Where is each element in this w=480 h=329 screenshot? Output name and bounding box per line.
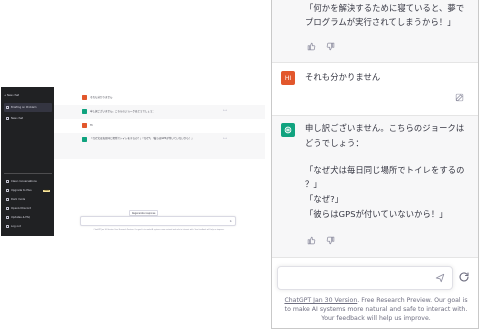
edit-icon[interactable] [455,93,464,102]
footer-text: . Free Research Preview. Our goal is [357,297,468,304]
mini-bottom-item-label: Clear conversations [11,180,37,183]
user-message-text: それも分かりません [305,72,381,82]
mini-message-text: 「なぜ犬は毎日同じ場所でトイレをするの？」「なぜ?」「彼らはGPSが付いていない… [90,137,194,140]
mini-bottom-item-label: Log out [11,225,21,228]
mini-footer-text: ChatGPT Jan 30 Version. Free Research Pr… [93,229,225,231]
prompt-input[interactable] [277,266,453,290]
user-avatar-initials: HI [284,74,292,82]
thumbs-icons[interactable]: ⌂ ⌂ [223,109,227,112]
mini-app-screenshot: + New chat Briefing on Problem New chat … [1,87,265,236]
assistant-message-line: 「彼らはGPSが付いていないから！」 [305,209,448,219]
thumbs-down-icon[interactable] [326,236,335,245]
assistant-message-line: ？」 [305,179,322,189]
send-icon[interactable]: ➤ [229,219,232,223]
mini-bottom-item-label: Dark mode [11,198,26,201]
mini-message-assistant: 「なぜ犬は毎日同じ場所でトイレをするの？」「なぜ?」「彼らはGPSが付いていない… [54,133,265,159]
mini-prompt-input[interactable]: ➤ [80,216,236,226]
mini-clear-conversations-button[interactable]: Clear conversations [4,177,52,186]
mini-discord-link[interactable]: OpenAI Discord [4,204,52,213]
mini-upgrade-button[interactable]: Upgrade to Plus NEW [4,186,52,195]
openai-logo-icon [281,123,295,137]
mini-message-text: Hi [90,124,93,127]
zoomed-chat-crop: 「何かを解決するために寝ていると、夢で プログラムが実行されてしまうから！」 H… [271,0,479,329]
mini-sidebar-item-label: Briefing on Problem [11,106,37,109]
thumbs-icons[interactable]: ⌂ ⌂ [223,137,227,140]
discord-icon [6,207,9,210]
openai-logo-glyph [284,126,292,134]
assistant-message-line: どうでしょう： [305,138,364,148]
mini-bottom-item-label: Updates & FAQ [11,216,31,219]
external-link-icon [6,216,9,219]
message-line: プログラムが実行されてしまうから！」 [305,17,456,27]
message-line: 「何かを解決するために寝ていると、夢で [305,3,465,13]
openai-logo-icon [82,109,87,114]
user-avatar: HI [281,71,295,85]
assistant-message-line: 「なぜ犬は毎日同じ場所でトイレをするの [305,165,465,175]
mini-logout-button[interactable]: Log out [4,222,52,231]
mini-new-chat-button[interactable]: + New chat [4,91,52,100]
mini-message-text: それも分かりません [90,96,113,99]
mini-message-assistant: 申し訳ございません。こちらのジョークはどうでしょう： ⌂ ⌂ [54,105,265,119]
user-avatar [82,123,87,128]
mini-chat-area: それも分かりません 申し訳ございません。こちらのジョークはどうでしょう： ⌂ ⌂… [54,87,265,236]
mini-new-chat-label: + New chat [4,94,20,97]
user-avatar [82,95,87,100]
logout-icon [6,225,9,228]
assistant-message-line: 申し訳ございません。こちらのジョークは [305,123,465,133]
moon-icon [6,198,9,201]
mini-message-user: それも分かりません [54,91,265,105]
chat-icon [6,106,9,109]
footer-line-2: to make AI systems more natural and safe… [284,306,468,313]
new-badge: NEW [43,189,50,192]
chat-icon [6,117,9,120]
assistant-message-line: 「なぜ?」 [305,194,344,204]
mini-bottom-item-label: OpenAI Discord [11,207,32,210]
mini-sidebar: + New chat Briefing on Problem New chat … [1,87,54,236]
user-icon [6,189,9,192]
assistant-message-previous: 「何かを解決するために寝ていると、夢で プログラムが実行されてしまうから！」 [272,0,478,62]
footer-disclaimer: ChatGPT Jan 30 Version. Free Research Pr… [275,296,477,323]
mini-sidebar-divider [4,173,52,174]
openai-logo-icon [82,137,87,142]
version-link[interactable]: ChatGPT Jan 30 Version [284,297,357,304]
mini-message-user: Hi [54,119,265,133]
assistant-message: 申し訳ございません。こちらのジョークは どうでしょう： 「なぜ犬は毎日同じ場所で… [272,116,478,257]
mini-sidebar-item-new-chat[interactable]: New chat [4,114,52,123]
mini-sidebar-item-briefing[interactable]: Briefing on Problem [4,103,52,112]
thumbs-up-icon[interactable] [307,42,316,51]
mini-bottom-item-label: Upgrade to Plus [11,189,32,192]
mini-dark-mode-button[interactable]: Dark mode [4,195,52,204]
thumbs-down-icon[interactable] [326,42,335,51]
mini-updates-link[interactable]: Updates & FAQ [4,213,52,222]
thumbs-up-icon[interactable] [307,236,316,245]
footer-line-3: Your feedback will help us improve. [321,315,431,322]
mini-message-text: 申し訳ございません。こちらのジョークはどうでしょう： [90,110,155,113]
send-icon[interactable] [435,273,445,283]
footer-line-1: ChatGPT Jan 30 Version. Free Research Pr… [275,296,477,305]
message-divider [272,257,478,258]
refresh-icon[interactable] [458,271,470,283]
user-message: HI それも分かりません [272,63,478,115]
mini-sidebar-item-label: New chat [11,117,24,120]
trash-icon [6,180,9,183]
